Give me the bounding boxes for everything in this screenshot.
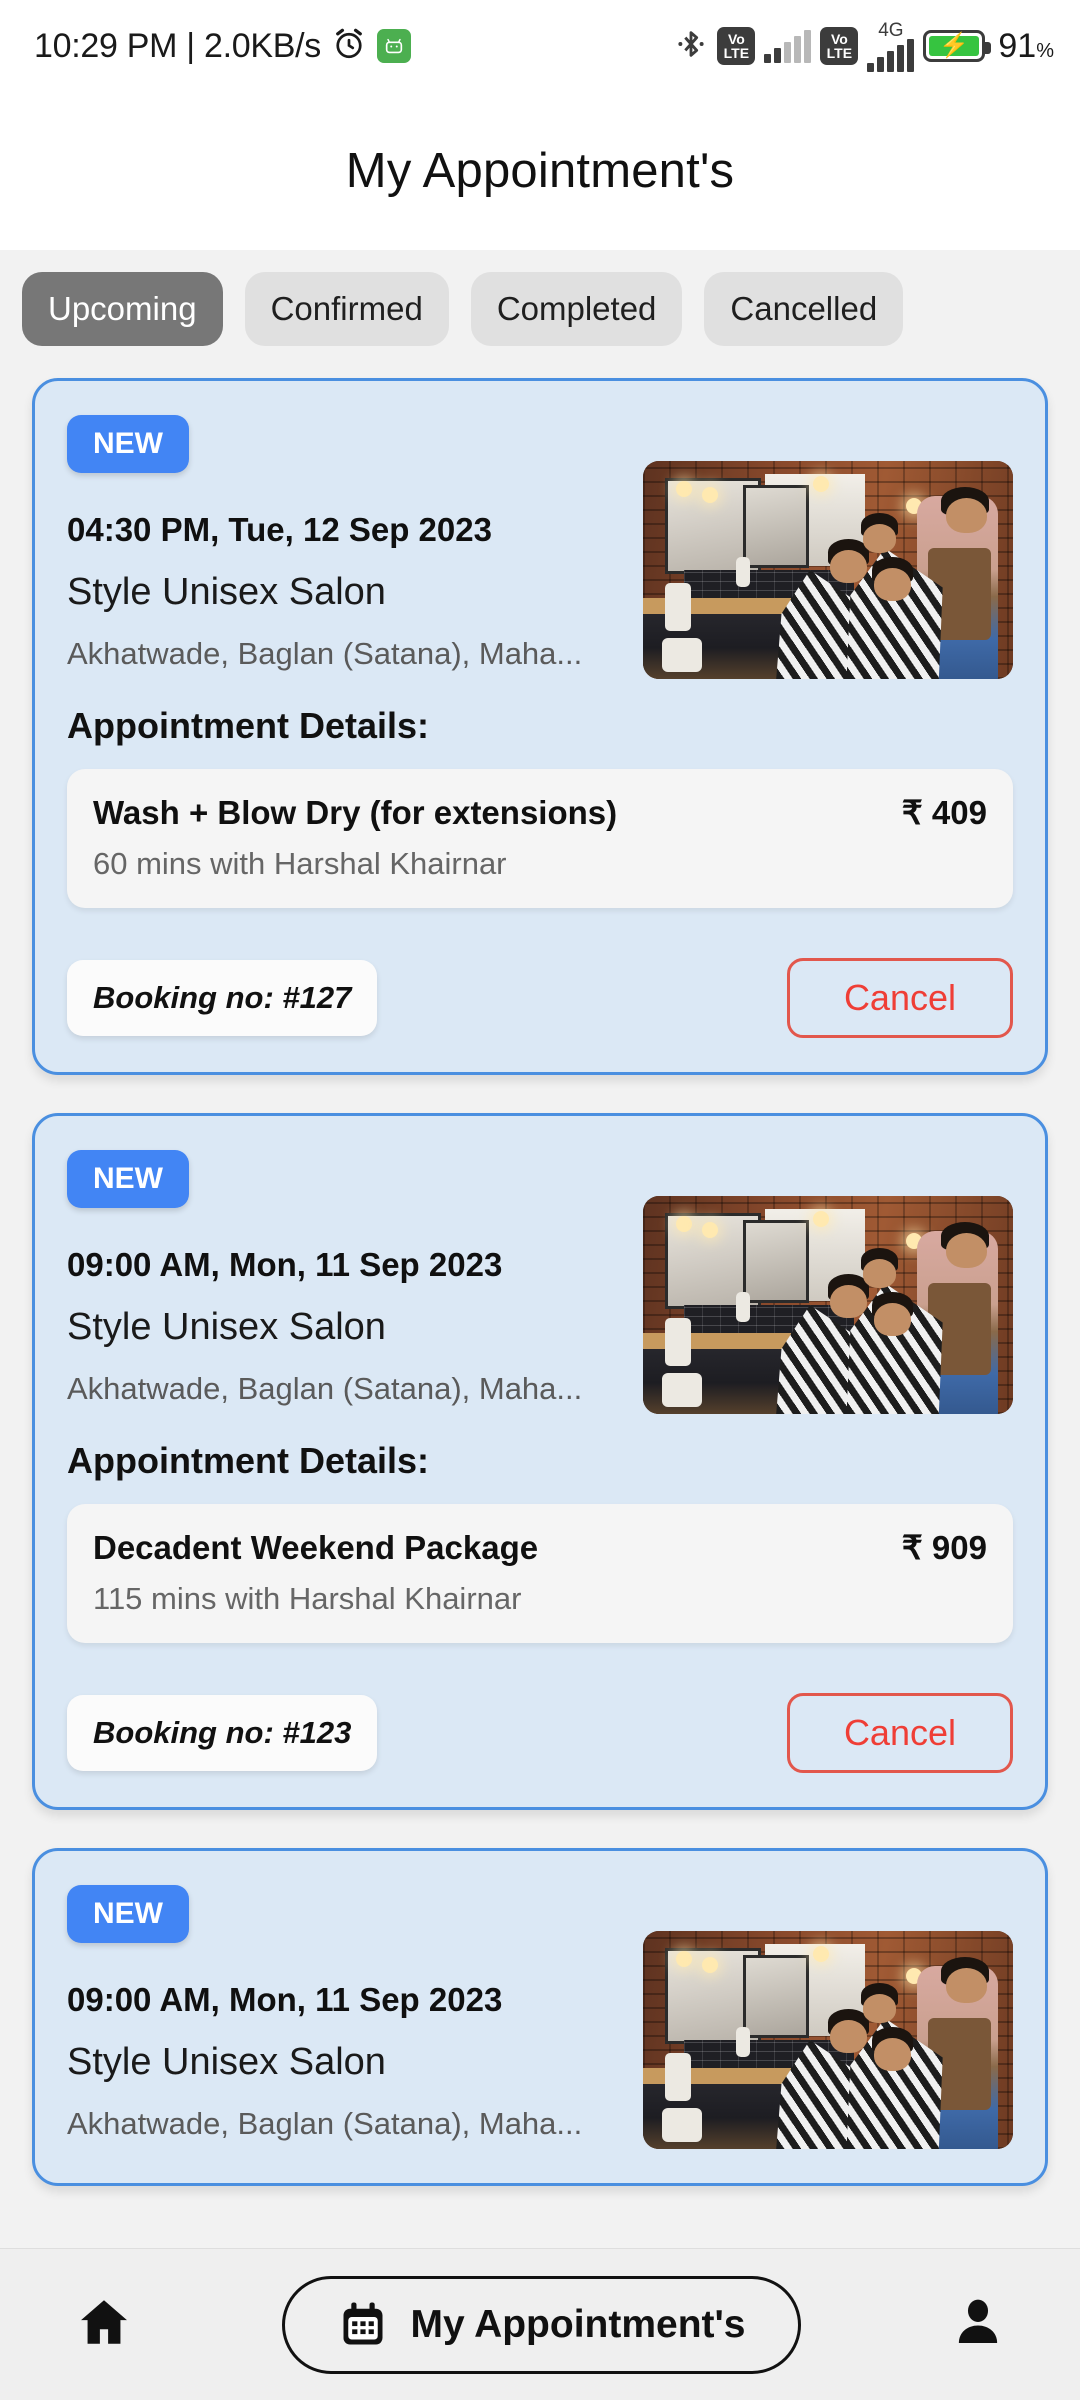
salon-address: Akhatwade, Baglan (Satana), Maha... bbox=[67, 636, 583, 671]
appointment-details-label: Appointment Details: bbox=[67, 705, 430, 746]
appointments-list[interactable]: NEW 04:30 PM, Tue, 12 Sep 2023 Style Uni… bbox=[0, 368, 1080, 2248]
tab-completed[interactable]: Completed bbox=[470, 272, 683, 346]
service-name: Wash + Blow Dry (for extensions) bbox=[93, 794, 618, 831]
signal-sim2-icon bbox=[867, 38, 915, 72]
appointment-details-label: Appointment Details: bbox=[67, 1440, 430, 1481]
service-item: Decadent Weekend Package ₹ 909 115 mins … bbox=[67, 1504, 1013, 1643]
status-badge: NEW bbox=[67, 415, 189, 473]
tab-cancelled[interactable]: Cancelled bbox=[704, 272, 904, 346]
appointment-card[interactable]: NEW 09:00 AM, Mon, 11 Sep 2023 Style Uni… bbox=[32, 1848, 1048, 2186]
service-row: Decadent Weekend Package ₹ 909 bbox=[93, 1528, 987, 1567]
appointment-datetime: 09:00 AM, Mon, 11 Sep 2023 bbox=[67, 1981, 503, 2018]
appointment-datetime: 04:30 PM, Tue, 12 Sep 2023 bbox=[67, 511, 492, 548]
nav-appointments-label: My Appointment's bbox=[410, 2302, 746, 2346]
service-item: Wash + Blow Dry (for extensions) ₹ 409 6… bbox=[67, 769, 1013, 908]
service-price: ₹ 409 bbox=[901, 794, 987, 831]
status-bar: 10:29 PM | 2.0KB/s Vo LTE Vo LTE 4G ⚡ 91… bbox=[0, 0, 1080, 92]
card-header-row: NEW 09:00 AM, Mon, 11 Sep 2023 Style Uni… bbox=[67, 1881, 1013, 2149]
alarm-clock-icon bbox=[331, 26, 367, 67]
home-icon bbox=[80, 2300, 127, 2344]
tab-confirmed[interactable]: Confirmed bbox=[244, 272, 449, 346]
salon-photo bbox=[643, 1196, 1013, 1414]
card-info: NEW 04:30 PM, Tue, 12 Sep 2023 Style Uni… bbox=[67, 411, 627, 672]
card-header-row: NEW 09:00 AM, Mon, 11 Sep 2023 Style Uni… bbox=[67, 1146, 1013, 1414]
nav-item-profile[interactable] bbox=[950, 2294, 1006, 2355]
service-name: Decadent Weekend Package bbox=[93, 1529, 539, 1566]
status-bar-left: 10:29 PM | 2.0KB/s bbox=[34, 26, 411, 67]
status-badge: NEW bbox=[67, 1150, 189, 1208]
nav-item-home[interactable] bbox=[75, 2293, 133, 2356]
cancel-button[interactable]: Cancel bbox=[786, 1693, 1013, 1773]
salon-name: Style Unisex Salon bbox=[67, 1306, 386, 1348]
card-info: NEW 09:00 AM, Mon, 11 Sep 2023 Style Uni… bbox=[67, 1881, 627, 2142]
volte-sim2-icon: Vo LTE bbox=[820, 27, 859, 65]
appointment-card[interactable]: NEW 04:30 PM, Tue, 12 Sep 2023 Style Uni… bbox=[32, 378, 1048, 1075]
status-filter-tabs: Upcoming Confirmed Completed Cancelled bbox=[0, 250, 1080, 364]
battery-percent: 91% bbox=[998, 26, 1054, 65]
salon-name: Style Unisex Salon bbox=[67, 571, 386, 613]
service-duration-staff: 115 mins with Harshal Khairnar bbox=[93, 1581, 522, 1616]
service-row: Wash + Blow Dry (for extensions) ₹ 409 bbox=[93, 793, 987, 832]
page-title: My Appointment's bbox=[345, 144, 735, 198]
status-clock: 10:29 PM | 2.0KB/s bbox=[34, 26, 321, 65]
booking-number: Booking no: #123 bbox=[67, 1695, 378, 1771]
card-header-row: NEW 04:30 PM, Tue, 12 Sep 2023 Style Uni… bbox=[67, 411, 1013, 679]
battery-icon: ⚡ bbox=[923, 30, 992, 62]
appointment-datetime: 09:00 AM, Mon, 11 Sep 2023 bbox=[67, 1246, 503, 1283]
salon-photo bbox=[643, 461, 1013, 679]
card-info: NEW 09:00 AM, Mon, 11 Sep 2023 Style Uni… bbox=[67, 1146, 627, 1407]
volte-sim1-icon: Vo LTE bbox=[717, 27, 756, 65]
network-type-group: 4G bbox=[867, 20, 915, 72]
salon-photo bbox=[643, 1931, 1013, 2149]
booking-number: Booking no: #127 bbox=[67, 960, 378, 1036]
signal-sim1-icon bbox=[764, 29, 812, 63]
service-duration-staff: 60 mins with Harshal Khairnar bbox=[93, 846, 507, 881]
cancel-button[interactable]: Cancel bbox=[786, 958, 1013, 1038]
salon-address: Akhatwade, Baglan (Satana), Maha... bbox=[67, 2106, 583, 2141]
card-footer-row: Booking no: #123 Cancel bbox=[67, 1693, 1013, 1773]
salon-address: Akhatwade, Baglan (Satana), Maha... bbox=[67, 1371, 583, 1406]
status-badge: NEW bbox=[67, 1885, 189, 1943]
charging-bolt-icon: ⚡ bbox=[939, 32, 970, 59]
app-header: My Appointment's bbox=[0, 92, 1080, 250]
nav-item-appointments[interactable]: My Appointment's bbox=[281, 2275, 801, 2374]
tab-upcoming[interactable]: Upcoming bbox=[22, 272, 223, 346]
service-price: ₹ 909 bbox=[901, 1529, 987, 1566]
appointment-card[interactable]: NEW 09:00 AM, Mon, 11 Sep 2023 Style Uni… bbox=[32, 1113, 1048, 1810]
android-app-icon bbox=[376, 29, 411, 63]
calendar-icon bbox=[343, 2301, 382, 2344]
bluetooth-icon bbox=[674, 27, 708, 66]
card-footer-row: Booking no: #127 Cancel bbox=[67, 958, 1013, 1038]
bottom-navigation: My Appointment's bbox=[0, 2248, 1080, 2400]
person-icon bbox=[958, 2299, 997, 2343]
status-bar-right: Vo LTE Vo LTE 4G ⚡ 91% bbox=[674, 20, 1054, 72]
salon-name: Style Unisex Salon bbox=[67, 2041, 386, 2083]
